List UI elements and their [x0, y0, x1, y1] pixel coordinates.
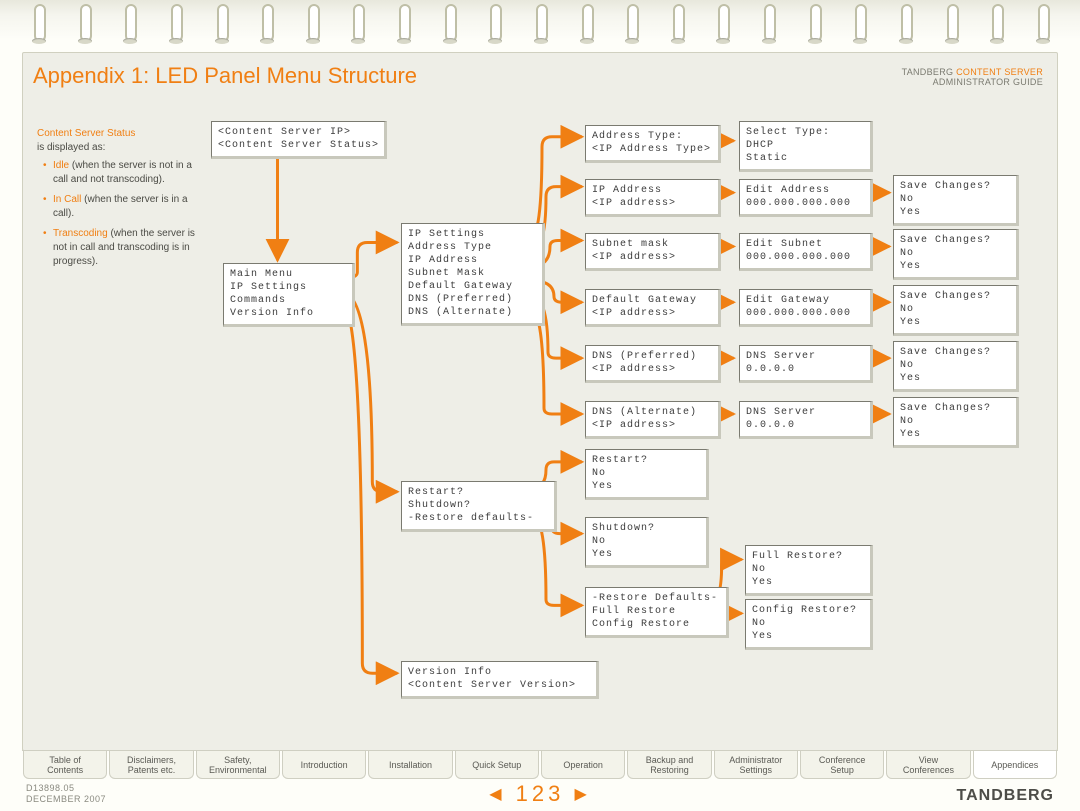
box-editsubnet: Edit Subnet 000.000.000.000 — [739, 233, 873, 271]
legend-item: Transcoding (when the server is not in c… — [43, 227, 197, 269]
tab-introduction[interactable]: Introduction — [282, 751, 366, 779]
ring-icon — [796, 0, 832, 52]
ring-icon — [431, 0, 467, 52]
doc-product: CONTENT SERVER — [956, 67, 1043, 77]
box-seltype: Select Type: DHCP Static — [739, 121, 873, 172]
tab-conference-setup[interactable]: ConferenceSetup — [800, 751, 884, 779]
ring-icon — [887, 0, 923, 52]
prev-page-icon[interactable]: ◀ — [489, 786, 505, 803]
ring-icon — [248, 0, 284, 52]
box-root: <Content Server IP> <Content Server Stat… — [211, 121, 387, 159]
ring-icon — [933, 0, 969, 52]
ring-icon — [978, 0, 1014, 52]
box-save-3: Save Changes? No Yes — [893, 285, 1019, 336]
ring-icon — [66, 0, 102, 52]
box-save-2: Save Changes? No Yes — [893, 229, 1019, 280]
bottom-tabs: Table ofContentsDisclaimers,Patents etc.… — [22, 750, 1058, 779]
ring-icon — [111, 0, 147, 52]
ring-icon — [20, 0, 56, 52]
tab-appendices[interactable]: Appendices — [973, 751, 1057, 779]
next-page-icon[interactable]: ▶ — [574, 786, 590, 803]
brand-logo: TANDBERG — [957, 787, 1054, 805]
tab-administrator-settings[interactable]: AdministratorSettings — [714, 751, 798, 779]
box-dnsalt: DNS (Alternate) <IP address> — [585, 401, 721, 439]
box-ipsettings: IP Settings Address Type IP Address Subn… — [401, 223, 545, 326]
tab-installation[interactable]: Installation — [368, 751, 452, 779]
status-legend: Content Server Status is displayed as: I… — [37, 127, 197, 275]
box-subnet: Subnet mask <IP address> — [585, 233, 721, 271]
tab-view-conferences[interactable]: ViewConferences — [886, 751, 970, 779]
ring-icon — [522, 0, 558, 52]
legend-subheading: is displayed as: — [37, 142, 105, 153]
ring-icon — [339, 0, 375, 52]
box-cfgrest: Config Restore? No Yes — [745, 599, 873, 650]
box-dnspref: DNS (Preferred) <IP address> — [585, 345, 721, 383]
tab-backup-and-restoring[interactable]: Backup andRestoring — [627, 751, 711, 779]
ring-icon — [613, 0, 649, 52]
box-dnssrv-2: DNS Server 0.0.0.0 — [739, 401, 873, 439]
tab-safety-environmental[interactable]: Safety,Environmental — [196, 751, 280, 779]
legend-heading: Content Server Status — [37, 128, 135, 139]
box-dnssrv-1: DNS Server 0.0.0.0 — [739, 345, 873, 383]
tab-table-of-contents[interactable]: Table ofContents — [23, 751, 107, 779]
box-ipaddr: IP Address <IP address> — [585, 179, 721, 217]
ring-icon — [294, 0, 330, 52]
legend-item: In Call (when the server is in a call). — [43, 193, 197, 221]
ring-icon — [157, 0, 193, 52]
ring-icon — [568, 0, 604, 52]
tab-disclaimers-patents-etc[interactable]: Disclaimers,Patents etc. — [109, 751, 193, 779]
box-gateway: Default Gateway <IP address> — [585, 289, 721, 327]
page-number[interactable]: ◀ 123 ▶ — [0, 781, 1080, 807]
box-cmds: Restart? Shutdown? -Restore defaults- — [401, 481, 557, 532]
box-addrtype: Address Type: <IP Address Type> — [585, 125, 721, 163]
box-fullrest: Full Restore? No Yes — [745, 545, 873, 596]
ring-icon — [659, 0, 695, 52]
ring-icon — [1024, 0, 1060, 52]
ring-icon — [385, 0, 421, 52]
box-restartq: Restart? No Yes — [585, 449, 709, 500]
ring-icon — [476, 0, 512, 52]
box-save-4: Save Changes? No Yes — [893, 341, 1019, 392]
doc-id: TANDBERG CONTENT SERVER ADMINISTRATOR GU… — [902, 67, 1043, 87]
doc-brand: TANDBERG — [902, 67, 957, 77]
legend-item: Idle (when the server is not in a call a… — [43, 159, 197, 187]
box-save-5: Save Changes? No Yes — [893, 397, 1019, 448]
legend-list: Idle (when the server is not in a call a… — [43, 159, 197, 269]
box-version: Version Info <Content Server Version> — [401, 661, 599, 699]
box-mainmenu: Main Menu IP Settings Commands Version I… — [223, 263, 355, 327]
page-number-value: 123 — [516, 781, 565, 806]
ring-icon — [750, 0, 786, 52]
page-title: Appendix 1: LED Panel Menu Structure — [33, 63, 417, 89]
box-editaddr: Edit Address 000.000.000.000 — [739, 179, 873, 217]
box-save-1: Save Changes? No Yes — [893, 175, 1019, 226]
sheet: Appendix 1: LED Panel Menu Structure TAN… — [22, 52, 1058, 751]
box-editgw: Edit Gateway 000.000.000.000 — [739, 289, 873, 327]
tab-operation[interactable]: Operation — [541, 751, 625, 779]
box-shutdownq: Shutdown? No Yes — [585, 517, 709, 568]
doc-subtitle: ADMINISTRATOR GUIDE — [933, 77, 1043, 87]
box-restoredef: -Restore Defaults- Full Restore Config R… — [585, 587, 729, 638]
ring-icon — [841, 0, 877, 52]
page: Appendix 1: LED Panel Menu Structure TAN… — [0, 0, 1080, 811]
ring-icon — [203, 0, 239, 52]
spiral-binding — [20, 0, 1060, 52]
ring-icon — [704, 0, 740, 52]
tab-quick-setup[interactable]: Quick Setup — [455, 751, 539, 779]
